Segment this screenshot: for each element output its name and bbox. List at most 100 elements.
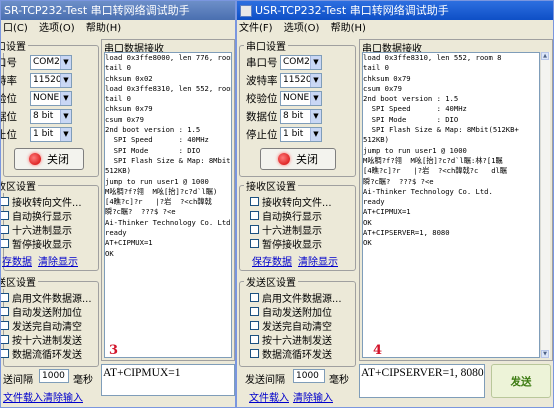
left-interval-label: 送间隔 — [3, 375, 33, 386]
right-title-bar: USR-TCP232-Test 串口转网络调试助手 — [237, 1, 553, 20]
receive-line: tail 0 — [105, 63, 131, 73]
left-interval-input[interactable]: 1000 — [39, 369, 69, 383]
left-file-source-checkbox[interactable]: 启用文件数据源... — [1, 291, 92, 305]
left-ms-label: 毫秒 — [73, 375, 93, 386]
receive-line: Ai-Thinker Technology Co. Ltd — [105, 217, 231, 227]
left-close-port-button[interactable]: 关闭 — [14, 148, 84, 170]
receive-line: Ai-Thinker Technology Co. Ltd. — [363, 186, 493, 196]
right-auto-clear-checkbox[interactable]: 发送完自动清空 — [250, 319, 332, 333]
receive-line: load 0x3ffe8310, len 552, room — [105, 83, 232, 93]
receive-line: SPI Speed : 40MHz — [363, 104, 467, 114]
chevron-down-icon: ▼ — [310, 92, 321, 105]
receive-line: [4瞧?c]?r |?岩 ?<ch韓戟 — [105, 197, 212, 207]
receive-line: OK — [105, 248, 114, 258]
left-clear-input-link[interactable]: 清除输入 — [43, 389, 83, 404]
left-save-data-link[interactable]: 存数据 — [2, 253, 32, 268]
right-baud-select[interactable]: 115200 ▼ — [280, 73, 322, 88]
left-pause-display-checkbox[interactable]: 暂停接收显示 — [1, 237, 72, 251]
left-recv-to-file-checkbox[interactable]: 接收转向文件... — [1, 195, 82, 209]
left-databits-label: 据位 — [1, 111, 17, 123]
app-icon — [240, 5, 252, 17]
scroll-down-icon[interactable]: ▼ — [541, 350, 549, 358]
left-auto-append-checkbox[interactable]: 自动发送附加位 — [1, 305, 82, 319]
left-loop-send-checkbox[interactable]: 数据流循环发送 — [1, 347, 82, 361]
receive-line: chksum 0x02 — [105, 73, 153, 83]
receive-line: 2nd boot version : 1.5 — [363, 94, 459, 104]
left-port-select[interactable]: COM2 ▼ — [30, 55, 72, 70]
right-menu-file[interactable]: 文件(F) — [239, 23, 273, 34]
right-pause-display-checkbox[interactable]: 暂停接收显示 — [250, 237, 322, 251]
left-hex-display-checkbox[interactable]: 十六进制显示 — [1, 223, 72, 237]
left-stopbits-label: 止位 — [1, 129, 17, 141]
left-menu-bar: 口(C) 选项(O) 帮助(H) — [1, 20, 235, 38]
right-clear-input-link[interactable]: 清除输入 — [293, 389, 333, 404]
right-window-title: USR-TCP232-Test 串口转网络调试助手 — [255, 4, 449, 17]
left-baud-select[interactable]: 115200 ▼ — [30, 73, 72, 88]
receive-line: 瞬?c瞩? ???$ ?<e — [363, 176, 434, 186]
left-send-settings-group: 送区设置 启用文件数据源... 自动发送附加位 发送完自动清空 按十六进制发送 … — [1, 274, 99, 367]
right-close-port-button[interactable]: 关闭 — [260, 148, 336, 170]
left-window: SR-TCP232-Test 串口转网络调试助手 口(C) 选项(O) 帮助(H… — [0, 0, 236, 408]
right-auto-wrap-checkbox[interactable]: 自动换行显示 — [250, 209, 322, 223]
right-window: USR-TCP232-Test 串口转网络调试助手 文件(F) 选项(O) 帮助… — [236, 0, 554, 408]
right-file-load-link[interactable]: 文件载入 — [249, 389, 289, 404]
left-parity-label: 验位 — [1, 93, 17, 105]
send-button[interactable]: 发送 — [491, 364, 551, 398]
left-close-label: 关闭 — [47, 153, 69, 166]
right-databits-select[interactable]: 8 bit ▼ — [280, 109, 322, 124]
left-window-title: SR-TCP232-Test 串口转网络调试助手 — [4, 4, 190, 17]
left-menu-options[interactable]: 选项(O) — [39, 23, 75, 34]
chevron-down-icon: ▼ — [310, 110, 321, 123]
right-stopbits-select[interactable]: 1 bit ▼ — [280, 127, 322, 142]
right-menu-bar: 文件(F) 选项(O) 帮助(H) — [237, 20, 553, 38]
left-auto-wrap-checkbox[interactable]: 自动换行显示 — [1, 209, 72, 223]
left-menu-help[interactable]: 帮助(H) — [86, 23, 121, 34]
receive-line: ready — [363, 197, 385, 207]
receive-line: AT+CIPMUX=1 — [363, 207, 411, 217]
right-save-data-link[interactable]: 保存数据 — [252, 253, 292, 268]
left-file-load-link[interactable]: 文件载入 — [3, 389, 43, 404]
chevron-down-icon: ▼ — [310, 128, 321, 141]
receive-line: 512KB) — [363, 135, 389, 145]
left-clear-display-link[interactable]: 清除显示 — [38, 253, 78, 268]
left-menu-port[interactable]: 口(C) — [3, 23, 28, 34]
receive-line: SPI Flash Size & Map: 8Mbit(512KB+ — [363, 125, 519, 135]
right-receive-text[interactable]: load 0x3ffe8310, len 552, room 8 tail 0 ch… — [362, 52, 540, 358]
right-hex-send-checkbox[interactable]: 按十六进制发送 — [250, 333, 332, 347]
left-send-input[interactable]: AT+CIPMUX=1 — [101, 364, 235, 396]
right-receive-scrollbar[interactable]: ▲ ▼ — [540, 52, 550, 358]
chevron-down-icon: ▼ — [60, 92, 71, 105]
right-hex-display-checkbox[interactable]: 十六进制显示 — [250, 223, 322, 237]
receive-line: jump to run user1 @ 1000 — [105, 176, 209, 186]
right-menu-options[interactable]: 选项(O) — [284, 23, 320, 34]
right-interval-input[interactable]: 1000 — [293, 369, 325, 383]
left-hex-send-checkbox[interactable]: 按十六进制发送 — [1, 333, 82, 347]
right-send-input[interactable]: AT+CIPSERVER=1, 8080 — [359, 364, 485, 398]
right-recv-to-file-checkbox[interactable]: 接收转向文件... — [250, 195, 332, 209]
right-clear-display-link[interactable]: 清除显示 — [298, 253, 338, 268]
receive-line: csum 0x79 — [105, 114, 144, 124]
step-annotation-4: 4 — [373, 343, 383, 358]
right-file-source-checkbox[interactable]: 启用文件数据源... — [250, 291, 342, 305]
right-parity-select[interactable]: NONE ▼ — [280, 91, 322, 106]
receive-line: SPI Speed : 40MHz — [105, 135, 209, 145]
left-auto-clear-checkbox[interactable]: 发送完自动清空 — [1, 319, 82, 333]
right-receive-settings-group: 接收区设置 接收转向文件... 自动换行显示 十六进制显示 暂停接收显示 保存数… — [239, 178, 356, 271]
right-menu-help[interactable]: 帮助(H) — [331, 23, 366, 34]
right-auto-append-checkbox[interactable]: 自动发送附加位 — [250, 305, 332, 319]
right-loop-send-checkbox[interactable]: 数据流循环发送 — [250, 347, 332, 361]
left-port-group-title: 口设置 — [1, 38, 28, 53]
right-port-select[interactable]: COM2 ▼ — [280, 55, 322, 70]
receive-line: [4瞧?c]?r |?岩 ?<ch韓戟?c dl瞩 — [363, 166, 508, 176]
receive-line: 2nd boot version : 1.5 — [105, 125, 201, 135]
receive-line: OK — [363, 238, 372, 248]
receive-line: M吆稠?f?翎 M吆[抬]?c?d`l瞩) — [105, 186, 218, 196]
left-stopbits-select[interactable]: 1 bit ▼ — [30, 127, 72, 142]
right-databits-label: 数据位 — [246, 111, 278, 123]
left-databits-select[interactable]: 8 bit ▼ — [30, 109, 72, 124]
right-port-label: 串口号 — [246, 57, 278, 69]
scroll-up-icon[interactable]: ▲ — [541, 52, 549, 60]
right-recv-group-title: 接收区设置 — [244, 178, 298, 193]
left-parity-select[interactable]: NONE ▼ — [30, 91, 72, 106]
left-receive-text[interactable]: load 0x3ffe8000, len 776, room tail 0 chks… — [104, 52, 232, 358]
